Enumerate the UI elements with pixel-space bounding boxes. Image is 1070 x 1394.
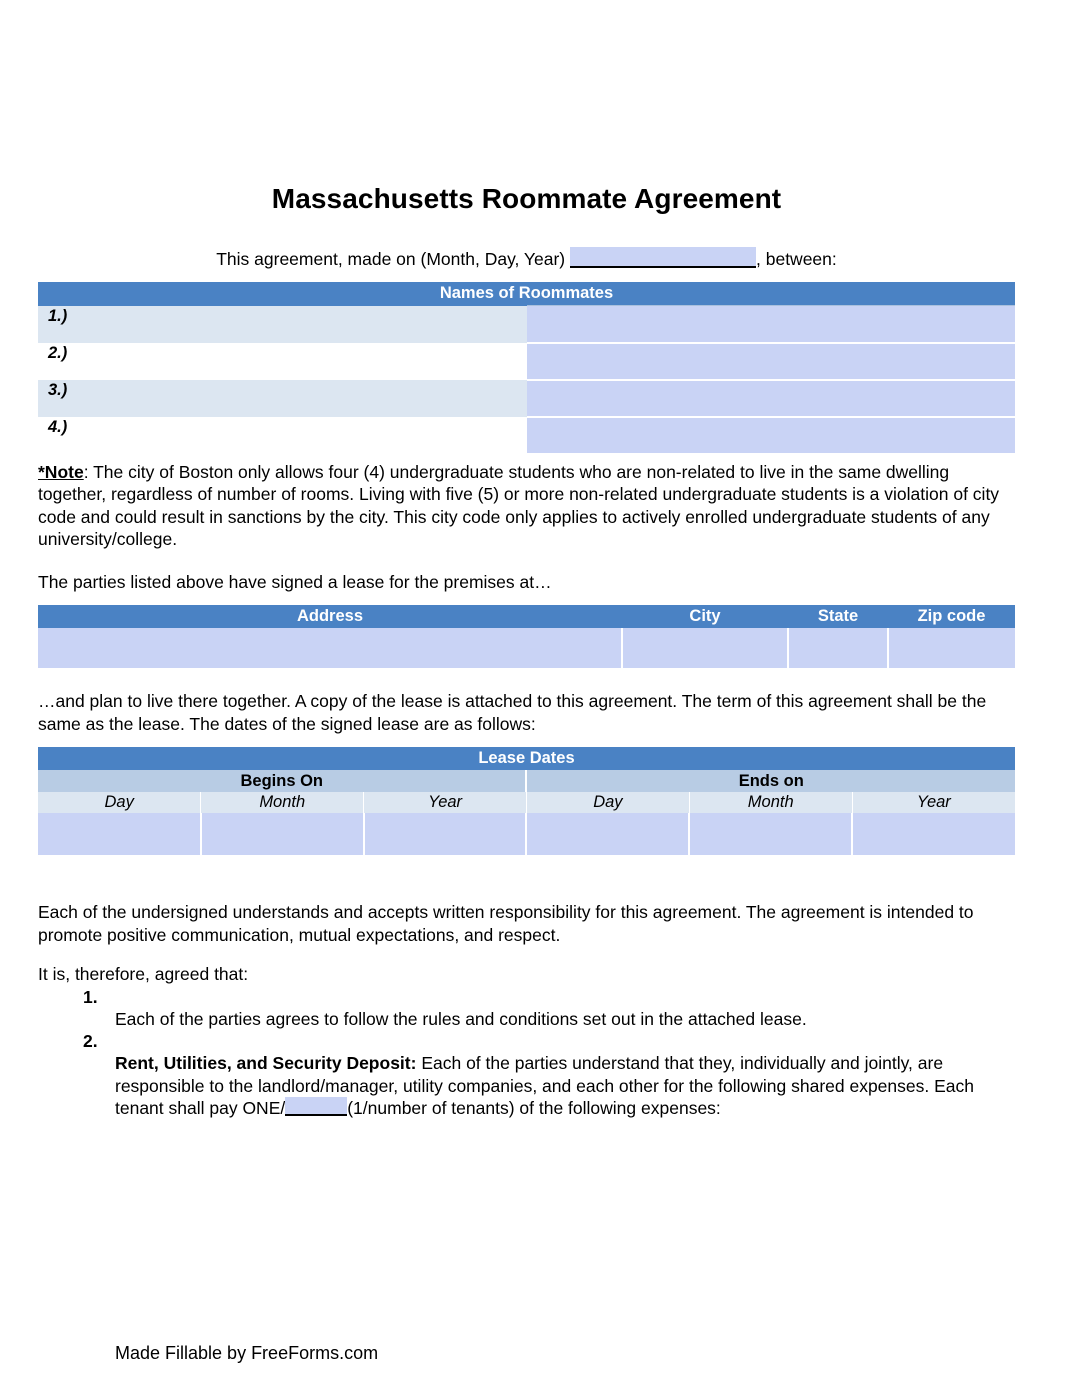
term-number-1: 1. [83, 986, 98, 1007]
begin-year-input[interactable] [363, 813, 528, 857]
zip-input[interactable] [888, 628, 1015, 670]
term-text-2: Rent, Utilities, and Security Deposit: E… [115, 1053, 974, 1118]
end-month-header: Month [689, 792, 853, 813]
footer-attribution: Made Fillable by FreeForms.com [115, 1343, 379, 1363]
roommate-number-2: 2.) [38, 342, 527, 380]
terms-list: 1. Each of the parties agrees to follow … [38, 986, 1015, 1120]
address-input[interactable] [38, 628, 623, 670]
address-column-header: Address [38, 605, 622, 628]
lease-table-subheader-row: Day Month Year Day Month Year [38, 792, 1015, 813]
roommates-table-header-row: Names of Roommates [38, 282, 1015, 306]
begin-day-input[interactable] [38, 813, 202, 857]
page-title: Massachusetts Roommate Agreement [271, 183, 782, 214]
undersigned-paragraph: Each of the undersigned understands and … [38, 902, 974, 945]
agreement-date-line: This agreement, made on (Month, Day, Yea… [38, 216, 1015, 270]
agreement-date-label: This agreement, made on (Month, Day, Yea… [216, 249, 566, 269]
table-row: 2.) [38, 342, 1015, 381]
roommate-name-input-1[interactable] [526, 305, 1015, 344]
agreement-date-suffix: , between: [756, 249, 837, 269]
roommate-name-input-3[interactable] [526, 379, 1015, 418]
note-text: : The city of Boston only allows four (4… [38, 461, 1000, 550]
table-row: 1.) [38, 305, 1015, 344]
end-year-header: Year [852, 792, 1015, 813]
city-input[interactable] [622, 628, 789, 670]
city-column-header: City [622, 605, 788, 628]
roommate-number-3: 3.) [38, 379, 527, 417]
end-day-header: Day [526, 792, 690, 813]
term-2-text-after-blank: (1/number of tenants) of the following e… [347, 1098, 721, 1118]
agreement-date-input[interactable] [570, 247, 756, 268]
begin-year-header: Year [363, 792, 527, 813]
roommate-name-input-4[interactable] [526, 416, 1015, 455]
end-year-input[interactable] [852, 813, 1015, 857]
lease-ends-on-header: Ends on [526, 770, 1015, 792]
roommate-number-4: 4.) [38, 416, 527, 454]
address-table-header-row: Address City State Zip code [38, 605, 1015, 628]
agreed-paragraph: It is, therefore, agreed that: [38, 964, 249, 984]
begin-month-input[interactable] [200, 813, 365, 857]
roommates-table: Names of Roommates 1.) 2.) 3.) 4.) [38, 282, 1015, 455]
lease-intro-paragraph: …and plan to live there together. A copy… [38, 691, 987, 734]
roommates-table-header: Names of Roommates [38, 282, 1015, 306]
tenant-share-input[interactable] [285, 1097, 348, 1116]
lease-dates-table: Lease Dates Begins On Ends on Day Month … [38, 747, 1015, 857]
table-row [38, 813, 1015, 857]
zip-column-header: Zip code [888, 605, 1015, 628]
end-month-input[interactable] [689, 813, 854, 857]
term-2-bold-lead: Rent, Utilities, and Security Deposit: [115, 1053, 417, 1073]
boston-note-paragraph: *Note: The city of Boston only allows fo… [38, 455, 1015, 551]
table-row: 3.) [38, 379, 1015, 418]
roommate-name-input-2[interactable] [526, 342, 1015, 381]
state-input[interactable] [788, 628, 889, 670]
begin-day-header: Day [38, 792, 202, 813]
roommate-number-1: 1.) [38, 305, 527, 343]
lease-table-header-row: Lease Dates [38, 747, 1015, 770]
term-number-2: 2. [83, 1031, 98, 1051]
table-row: 4.) [38, 416, 1015, 455]
address-table: Address City State Zip code [38, 605, 1015, 670]
lease-table-group-row: Begins On Ends on [38, 770, 1015, 792]
document-page: Massachusetts Roommate Agreement This ag… [0, 0, 1070, 1394]
note-label: *Note [38, 461, 84, 482]
begin-month-header: Month [200, 792, 365, 813]
term-text-1: Each of the parties agrees to follow the… [115, 1008, 807, 1029]
lease-dates-header: Lease Dates [38, 747, 1015, 770]
premises-intro-paragraph: The parties listed above have signed a l… [38, 571, 552, 592]
state-column-header: State [788, 605, 888, 628]
document-content: Massachusetts Roommate Agreement This ag… [38, 0, 1015, 1120]
table-row [38, 628, 1015, 670]
end-day-input[interactable] [526, 813, 691, 857]
list-item: 1. Each of the parties agrees to follow … [38, 986, 1015, 1031]
lease-begins-on-header: Begins On [38, 770, 528, 792]
list-item: 2. Rent, Utilities, and Security Deposit… [38, 1030, 1015, 1120]
